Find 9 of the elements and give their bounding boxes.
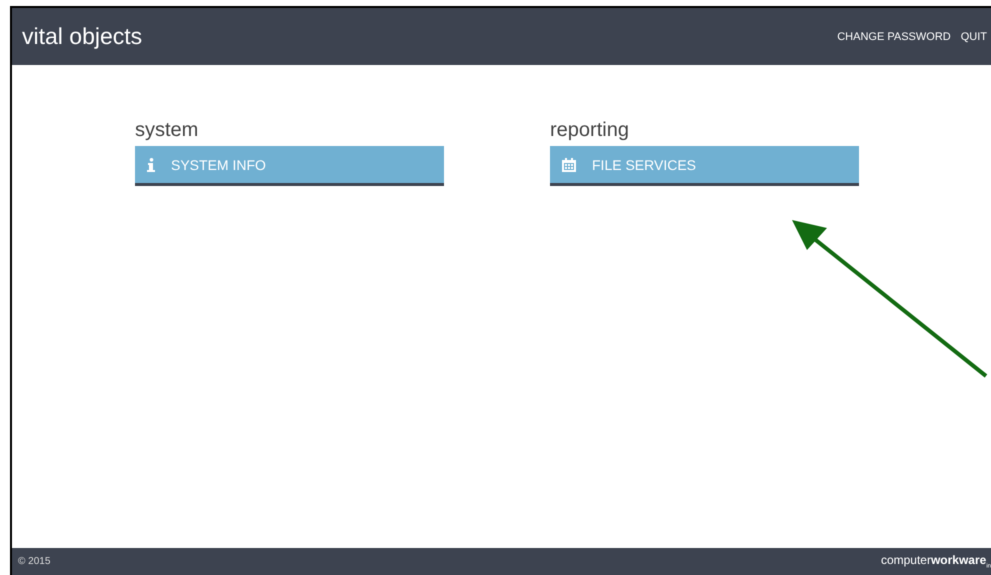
brand-logo: computerworkware$_{in}$ xyxy=(880,553,991,570)
copyright-text: © 2015 xyxy=(18,556,50,567)
header-link[interactable]: QUIT xyxy=(960,30,987,42)
calendar-icon xyxy=(562,158,576,172)
header-link[interactable]: CHANGE PASSWORD xyxy=(837,30,951,42)
info-icon xyxy=(147,158,155,172)
app-title: vital objects xyxy=(22,23,142,50)
section-heading: reporting xyxy=(550,119,630,142)
section-heading: system xyxy=(135,119,200,142)
